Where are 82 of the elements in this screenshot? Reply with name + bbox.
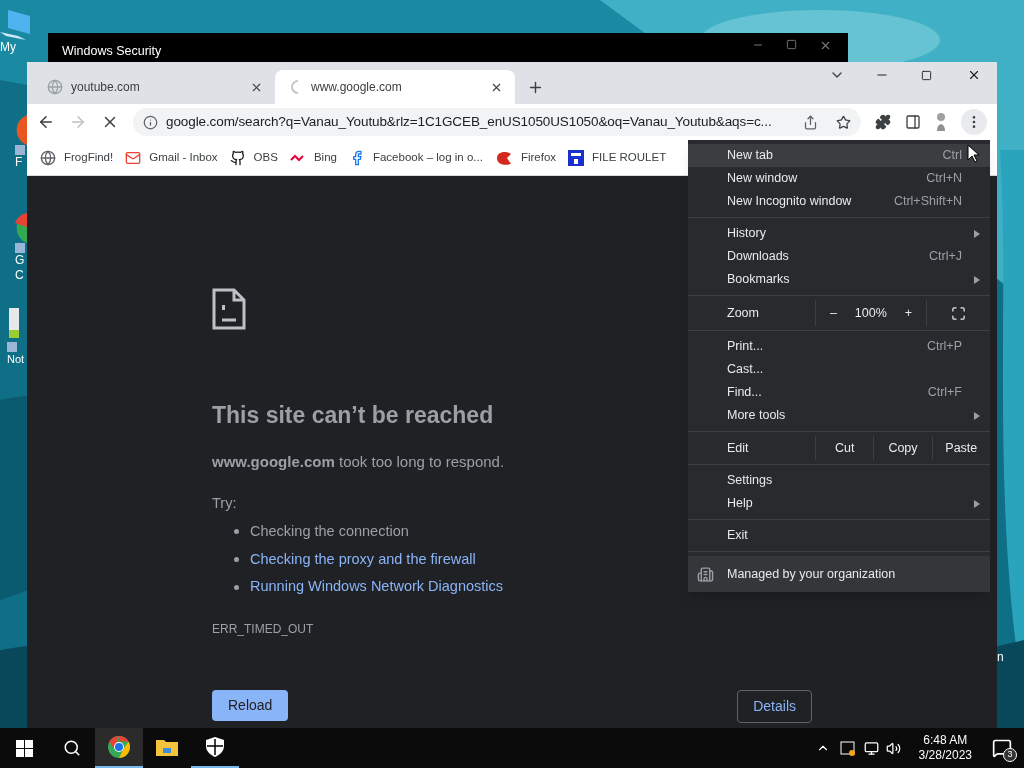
info-icon bbox=[143, 114, 158, 130]
managed-notice[interactable]: Managed by your organization bbox=[688, 556, 990, 592]
error-code: ERR_TIMED_OUT bbox=[212, 621, 314, 638]
side-panel-icon[interactable] bbox=[905, 114, 921, 130]
desktop-icon-label: My bbox=[0, 40, 16, 55]
suggestion-link[interactable]: Running Windows Network Diagnostics bbox=[250, 576, 504, 598]
desktop-icon-label: G C bbox=[15, 253, 25, 283]
search-icon[interactable] bbox=[63, 739, 81, 757]
volume-icon[interactable] bbox=[885, 740, 901, 756]
star-icon[interactable] bbox=[836, 114, 851, 130]
menu-item[interactable]: New window Ctrl+N bbox=[688, 167, 990, 190]
share-icon[interactable] bbox=[803, 114, 818, 130]
menu-item[interactable]: Find... Ctrl+F bbox=[688, 381, 990, 404]
desktop-icon-label: Not bbox=[7, 352, 25, 367]
suggestion-link[interactable]: Checking the proxy and the firewall bbox=[250, 548, 476, 571]
menu-item[interactable]: New tab Ctrl bbox=[688, 144, 990, 167]
suggestion-text: Checking the connection bbox=[250, 521, 409, 541]
zoom-level: 100% bbox=[854, 304, 887, 322]
folder-icon bbox=[156, 738, 178, 756]
menu-item[interactable]: New Incognito window Ctrl+Shift+N bbox=[688, 190, 990, 213]
mail-icon bbox=[125, 149, 142, 166]
globe-icon bbox=[40, 149, 56, 166]
menu-button[interactable] bbox=[961, 109, 987, 135]
octocat-icon bbox=[229, 149, 246, 166]
chrome-icon bbox=[107, 735, 131, 759]
menu-item[interactable]: More tools bbox=[688, 404, 990, 427]
zoom-in-button[interactable]: + bbox=[900, 303, 916, 323]
edit-action-button[interactable]: Copy bbox=[873, 436, 932, 460]
maximize-icon[interactable] bbox=[786, 39, 797, 50]
edit-action-button[interactable]: Paste bbox=[931, 436, 990, 460]
bookmark[interactable]: FrogFind! bbox=[40, 148, 114, 167]
new-tab-icon[interactable] bbox=[527, 79, 544, 96]
menu-item[interactable]: Help bbox=[688, 492, 990, 515]
window-title: Windows Security bbox=[62, 43, 163, 60]
clock[interactable]: 6:48 AM 3/28/2023 bbox=[910, 733, 980, 763]
menu-item[interactable]: Exit bbox=[688, 524, 990, 547]
menu-item[interactable]: Downloads Ctrl+J bbox=[688, 245, 990, 268]
details-button[interactable]: Details bbox=[737, 690, 812, 723]
menu-item[interactable]: Cast... bbox=[688, 358, 990, 381]
start-icon[interactable] bbox=[16, 739, 33, 757]
menu-item[interactable]: Print... Ctrl+P bbox=[688, 335, 990, 358]
menu-item[interactable]: History bbox=[688, 222, 990, 245]
close-icon[interactable] bbox=[967, 68, 981, 82]
notification-badge: 3 bbox=[1003, 748, 1017, 762]
mft-logo-icon bbox=[568, 149, 585, 166]
error-description: www.google.com took too long to respond. bbox=[212, 451, 505, 472]
error-heading: This site can’t be reached bbox=[212, 401, 494, 430]
browser-tab[interactable]: youtube.com bbox=[35, 70, 275, 104]
edit-action-button[interactable]: Cut bbox=[815, 436, 874, 460]
desktop-icon-label: n bbox=[997, 650, 1004, 665]
notifications-icon[interactable] bbox=[992, 738, 1012, 758]
taskbar-app[interactable] bbox=[95, 728, 143, 768]
maximize-icon[interactable] bbox=[921, 69, 932, 81]
desktop-icon-label: F bbox=[15, 155, 23, 170]
extensions-icon[interactable] bbox=[875, 114, 891, 130]
menu-item[interactable]: Bookmarks bbox=[688, 268, 990, 291]
bookmark[interactable]: Bing bbox=[289, 148, 337, 167]
sad-page-icon bbox=[212, 288, 246, 330]
building-icon bbox=[697, 565, 714, 583]
address-bar[interactable]: google.com/search?q=Vanau_Youtub&rlz=1C1GCEB_enUS1050US1050&oq=Vanau_Youtub&aqs=c... bbox=[133, 108, 861, 136]
bookmark[interactable]: Facebook – log in o... bbox=[348, 148, 483, 167]
menu-item[interactable]: Settings bbox=[688, 469, 990, 492]
edit-label: Edit bbox=[726, 439, 750, 457]
bookmark[interactable]: FILE ROULET bbox=[568, 148, 667, 167]
reload-button[interactable]: Reload bbox=[212, 690, 289, 721]
fullscreen-icon[interactable] bbox=[951, 305, 966, 321]
browser-tab[interactable]: www.google.com bbox=[275, 70, 515, 104]
app-icon[interactable] bbox=[15, 213, 27, 253]
bookmark[interactable]: Firefox bbox=[494, 148, 557, 167]
try-label: Try: bbox=[212, 494, 237, 513]
network-icon[interactable] bbox=[863, 740, 879, 756]
bookmark[interactable]: OBS bbox=[229, 148, 278, 167]
computer-icon[interactable] bbox=[0, 10, 32, 40]
mouse-pointer-icon bbox=[967, 144, 979, 163]
shield-icon bbox=[206, 737, 224, 757]
zoom-out-button[interactable]: – bbox=[826, 303, 841, 323]
notepad-icon[interactable] bbox=[7, 308, 19, 352]
app-icon[interactable] bbox=[15, 115, 27, 155]
profile-figure-icon[interactable] bbox=[935, 112, 947, 132]
back-icon[interactable] bbox=[37, 113, 55, 131]
zoom-label: Zoom bbox=[726, 304, 760, 322]
bookmark[interactable]: Gmail - Inbox bbox=[125, 148, 218, 167]
